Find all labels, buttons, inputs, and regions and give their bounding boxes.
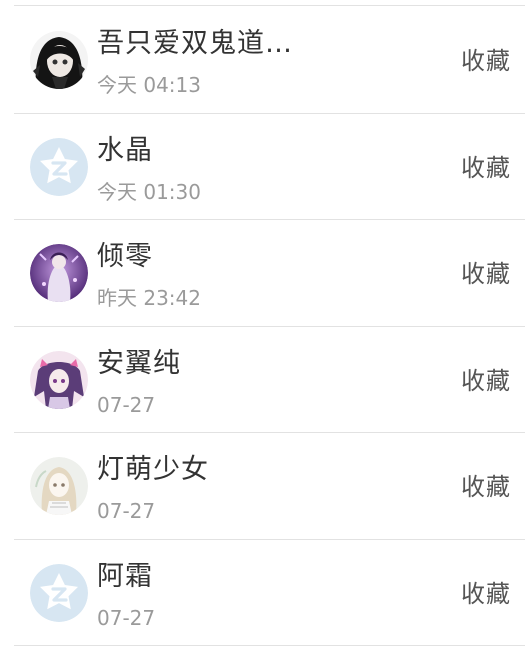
contact-name: 安翼纯	[97, 348, 181, 379]
collect-button[interactable]: 收藏	[461, 46, 511, 76]
list-item[interactable]: 水晶 今天 01:30 收藏	[0, 113, 531, 219]
collect-button[interactable]: 收藏	[461, 579, 511, 609]
divider	[14, 645, 525, 646]
avatar[interactable]	[30, 31, 88, 89]
list-item[interactable]: 倾零 昨天 23:42 收藏	[0, 219, 531, 325]
contact-name: 阿霜	[97, 561, 153, 592]
collect-button[interactable]: 收藏	[461, 366, 511, 396]
contact-name: 倾零	[97, 241, 153, 272]
last-message-time: 07-27	[97, 393, 156, 417]
list-item[interactable]: 阿霜 07-27 收藏	[0, 539, 531, 645]
avatar[interactable]	[30, 138, 88, 196]
last-message-time: 07-27	[97, 499, 156, 523]
anime-avatar-light-icon	[30, 457, 88, 515]
collect-button[interactable]: 收藏	[461, 153, 511, 183]
last-message-time: 昨天 23:42	[97, 286, 201, 310]
contact-name: 吾只爱双鬼道…	[97, 28, 293, 59]
anime-avatar-pink-icon	[30, 351, 88, 409]
avatar[interactable]	[30, 457, 88, 515]
collect-button[interactable]: 收藏	[461, 259, 511, 289]
last-message-time: 今天 04:13	[97, 73, 201, 97]
anime-avatar-purple-icon	[30, 244, 88, 302]
list-item[interactable]: 安翼纯 07-27 收藏	[0, 326, 531, 432]
default-qq-star-avatar-icon	[30, 138, 88, 196]
avatar[interactable]	[30, 244, 88, 302]
contact-list: 吾只爱双鬼道… 今天 04:13 收藏 水晶 今天 01:30 收藏 倾零 昨天…	[0, 0, 531, 654]
anime-avatar-dark-icon	[30, 31, 88, 89]
list-item[interactable]: 吾只爱双鬼道… 今天 04:13 收藏	[0, 6, 531, 112]
default-qq-star-avatar-icon	[30, 564, 88, 622]
last-message-time: 07-27	[97, 606, 156, 630]
avatar[interactable]	[30, 564, 88, 622]
contact-name: 灯萌少女	[97, 454, 209, 485]
collect-button[interactable]: 收藏	[461, 472, 511, 502]
contact-name: 水晶	[97, 135, 153, 166]
avatar[interactable]	[30, 351, 88, 409]
list-item[interactable]: 灯萌少女 07-27 收藏	[0, 432, 531, 538]
last-message-time: 今天 01:30	[97, 180, 201, 204]
